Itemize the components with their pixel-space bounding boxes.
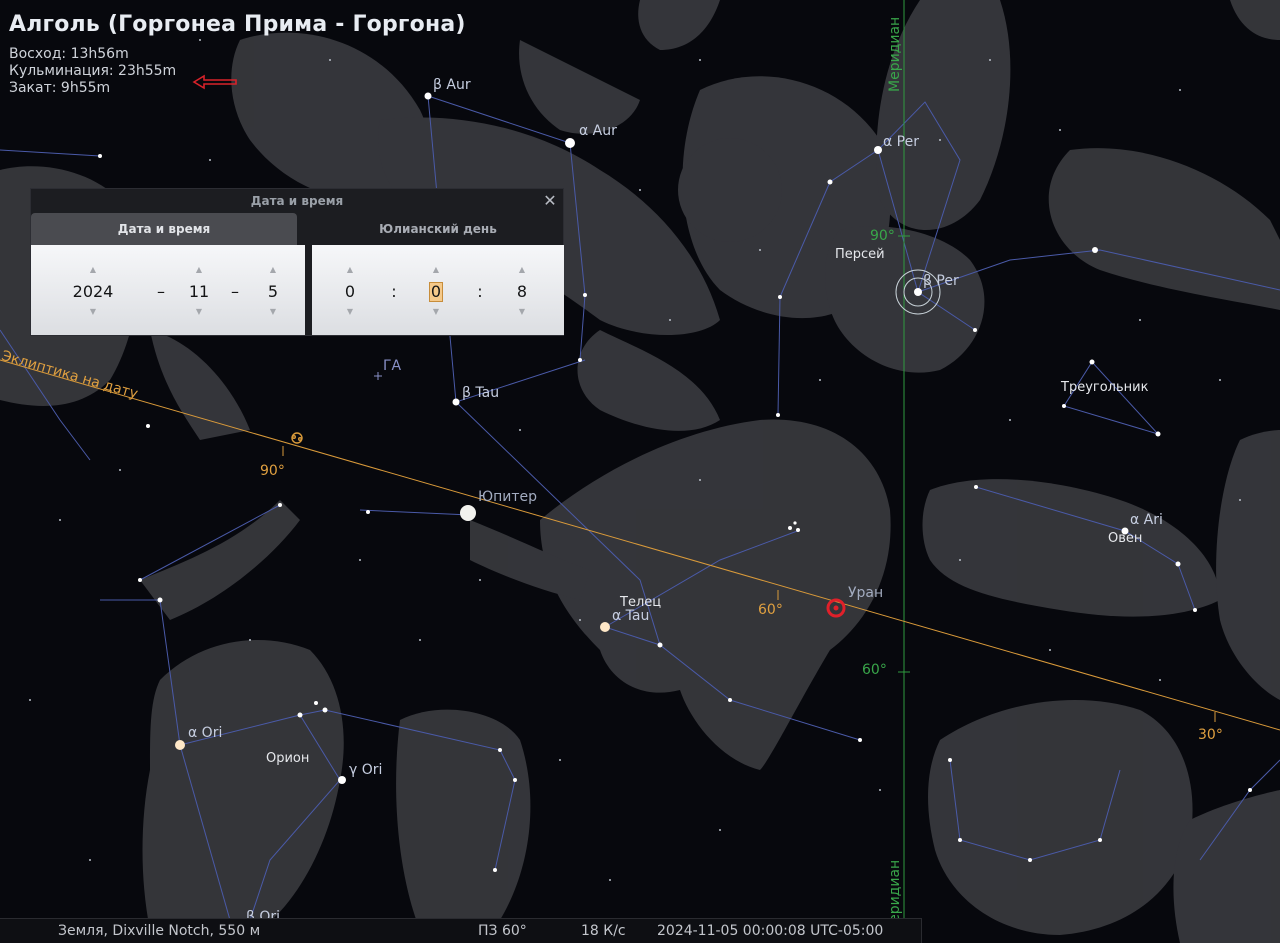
minute-up-icon[interactable]: ▲ bbox=[416, 263, 456, 277]
month-value[interactable]: 11 bbox=[179, 281, 219, 303]
month-up-icon[interactable]: ▲ bbox=[179, 263, 219, 277]
label-orion[interactable]: Орион bbox=[266, 751, 309, 766]
label-meridian-90: 90° bbox=[870, 228, 895, 244]
label-aries[interactable]: Овен bbox=[1108, 531, 1142, 546]
day-up-icon[interactable]: ▲ bbox=[253, 263, 293, 277]
annotation-arrow-icon bbox=[192, 74, 237, 90]
label-triangulum[interactable]: Треугольник bbox=[1061, 380, 1148, 395]
label-ecliptic-90: 90° bbox=[260, 463, 285, 479]
label-alpha-aur[interactable]: α Aur bbox=[579, 123, 617, 139]
year-value[interactable]: 2024 bbox=[61, 281, 125, 303]
gemini-symbol-icon bbox=[291, 432, 303, 444]
label-meridian-60: 60° bbox=[862, 662, 887, 678]
second-down-icon[interactable]: ▼ bbox=[502, 305, 542, 319]
status-location[interactable]: Земля, Dixville Notch, 550 м bbox=[58, 923, 260, 939]
object-title: Алголь (Горгонеа Прима - Горгона) bbox=[9, 12, 466, 37]
galactic-anticenter-marker bbox=[374, 372, 382, 380]
label-alpha-per[interactable]: α Per bbox=[883, 134, 919, 150]
hour-down-icon[interactable]: ▼ bbox=[330, 305, 370, 319]
minute-down-icon[interactable]: ▼ bbox=[416, 305, 456, 319]
day-spinbox[interactable]: ▲ 5 ▼ bbox=[253, 245, 293, 335]
time-panel: ▲ 0 ▼ : ▲ 0 ▼ : ▲ 8 ▼ bbox=[312, 245, 564, 335]
day-value[interactable]: 5 bbox=[253, 281, 293, 303]
minute-value[interactable]: 0 bbox=[428, 282, 444, 302]
date-separator: – bbox=[157, 282, 165, 301]
second-value[interactable]: 8 bbox=[502, 281, 542, 303]
date-time-dialog[interactable]: Дата и время ✕ Дата и время Юлианский де… bbox=[30, 188, 564, 336]
label-beta-tau[interactable]: β Tau bbox=[462, 385, 499, 401]
time-separator: : bbox=[477, 282, 483, 301]
label-jupiter[interactable]: Юпитер bbox=[478, 489, 537, 505]
label-ecliptic-60: 60° bbox=[758, 602, 783, 618]
status-fov: ПЗ 60° bbox=[478, 923, 527, 939]
dialog-title[interactable]: Дата и время bbox=[31, 189, 563, 213]
status-fps: 18 К/с bbox=[581, 923, 626, 939]
label-alpha-ari[interactable]: α Ari bbox=[1130, 512, 1163, 528]
second-up-icon[interactable]: ▲ bbox=[502, 263, 542, 277]
status-bar: Земля, Dixville Notch, 550 м ПЗ 60° 18 К… bbox=[0, 918, 922, 943]
hour-up-icon[interactable]: ▲ bbox=[330, 263, 370, 277]
constellation-art bbox=[0, 0, 1280, 943]
day-down-icon[interactable]: ▼ bbox=[253, 305, 293, 319]
minute-value-wrap[interactable]: 0 bbox=[416, 281, 456, 303]
label-beta-per[interactable]: β Per bbox=[923, 273, 959, 289]
label-alpha-ori[interactable]: α Ori bbox=[188, 725, 222, 741]
year-up-icon[interactable]: ▲ bbox=[61, 263, 125, 277]
status-datetime[interactable]: 2024-11-05 00:00:08 UTC-05:00 bbox=[657, 923, 883, 939]
tab-julian-day[interactable]: Юлианский день bbox=[311, 213, 565, 245]
label-beta-aur[interactable]: β Aur bbox=[433, 77, 471, 93]
month-down-icon[interactable]: ▼ bbox=[179, 305, 219, 319]
hour-spinbox[interactable]: ▲ 0 ▼ bbox=[330, 245, 370, 335]
label-meridian-top: Меридиан bbox=[887, 16, 903, 92]
minute-spinbox[interactable]: ▲ 0 ▼ bbox=[416, 245, 456, 335]
label-ga[interactable]: ГА bbox=[383, 358, 401, 374]
triangulum-lines bbox=[1063, 361, 1160, 435]
tab-date-time[interactable]: Дата и время bbox=[31, 213, 297, 245]
second-spinbox[interactable]: ▲ 8 ▼ bbox=[502, 245, 542, 335]
label-perseus[interactable]: Персей bbox=[835, 247, 885, 262]
year-down-icon[interactable]: ▼ bbox=[61, 305, 125, 319]
year-spinbox[interactable]: ▲ 2024 ▼ bbox=[61, 245, 125, 335]
date-separator: – bbox=[231, 282, 239, 301]
label-alpha-tau[interactable]: α Tau bbox=[612, 608, 649, 624]
date-panel: ▲ 2024 ▼ – ▲ 11 ▼ – ▲ 5 ▼ bbox=[31, 245, 305, 335]
label-ecliptic-30: 30° bbox=[1198, 727, 1223, 743]
sky-view[interactable] bbox=[0, 0, 1280, 943]
label-gamma-ori[interactable]: γ Ori bbox=[349, 762, 382, 778]
rise-time: Восход: 13h56m bbox=[9, 46, 129, 62]
hour-value[interactable]: 0 bbox=[330, 281, 370, 303]
close-icon[interactable]: ✕ bbox=[541, 191, 559, 211]
label-uranus[interactable]: Уран bbox=[848, 585, 883, 601]
time-separator: : bbox=[391, 282, 397, 301]
month-spinbox[interactable]: ▲ 11 ▼ bbox=[179, 245, 219, 335]
